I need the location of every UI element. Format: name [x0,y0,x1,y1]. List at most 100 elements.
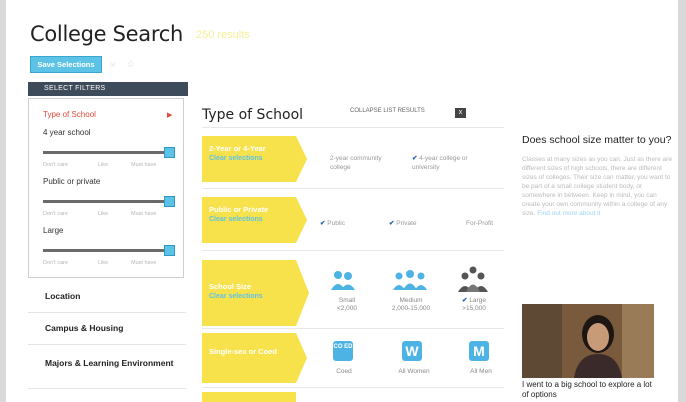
divider [202,328,504,329]
info-panel: Does school size matter to you? Classes … [522,134,672,218]
nav-majors-learning[interactable]: Majors & Learning Environment [45,357,185,370]
results-count: 250 results [196,29,250,41]
tick-label: Don't care [43,211,68,217]
clear-selections-link[interactable]: Clear selections [209,292,296,302]
band-chevron [296,197,307,243]
nav-location[interactable]: Location [45,290,185,303]
caret-right-icon: ▶ [167,112,173,119]
close-icon[interactable]: x [455,108,466,118]
tick-label: Like [98,260,109,266]
divider [28,312,186,313]
info-link[interactable]: Find out more about it [537,210,600,217]
coed-icon[interactable]: CO ED [333,341,353,361]
tick-label: Don't care [43,162,68,168]
filter-label: Large [43,226,64,235]
checkmark-icon: ✔ [320,220,326,227]
filter-label: 4 year school [43,128,91,137]
clear-selections-link[interactable]: Clear selections [209,215,296,225]
option-label: 2-year community college [330,155,382,171]
tick-label: Must have [131,260,157,266]
section-title: Type of School [202,107,304,123]
option-all-men[interactable]: All Men [464,368,498,375]
option-for-profit[interactable]: For-Profit [466,219,493,228]
checkmark-icon: ✔ [462,297,468,304]
divider [28,344,186,345]
info-text: Classes at many sizes as you can. Just a… [522,156,672,217]
print-icon[interactable]: ⎙ [128,61,134,69]
medium-school-icon[interactable] [392,268,428,292]
tick-label: Must have [131,211,157,217]
option-label: Medium [399,297,423,304]
checkmark-icon: ✔ [389,220,395,227]
band-chevron [296,136,307,182]
filter-slider[interactable] [43,147,175,158]
slider-handle[interactable] [164,147,175,158]
row-label: Single-sex or Coed [209,347,277,356]
checkmark-icon: ✔ [412,155,418,162]
option-sub: >15,000 [462,305,486,312]
row-label: Public or Private [209,205,269,214]
option-label: Private [396,220,417,227]
band-chevron [296,333,307,383]
page: College Search 250 results Save Selectio… [6,0,678,402]
option-private[interactable]: ✔ Private [389,219,417,228]
filter-panel: Type of School ▶ 4 year school Don't car… [28,98,184,278]
option-sub: <2,000 [336,305,358,312]
divider [28,388,186,389]
option-public[interactable]: ✔ Public [320,219,345,228]
option-label: Public [327,220,345,227]
collapse-results-link[interactable]: COLLAPSE LIST RESULTS [350,108,425,114]
divider [202,387,504,388]
video-thumbnail[interactable] [522,304,654,378]
filter-type-of-school[interactable]: Type of School [43,110,96,119]
row-band-next [202,392,296,402]
info-body: Classes at many sizes as you can. Just a… [522,155,672,218]
filter-label: Public or private [43,177,101,186]
save-selections-button[interactable]: Save Selections [30,56,102,73]
option-2-year[interactable]: 2-year community college [330,154,390,172]
clear-selections-link[interactable]: Clear selections [209,154,296,164]
option-label: 4-year college or university [412,155,468,171]
filter-slider[interactable] [43,196,175,207]
row-label: School Size [209,282,252,291]
select-filters-header: SELECT FILTERS [28,82,188,96]
video-caption: I went to a big school to explore a lot … [522,380,652,399]
tick-label: Like [98,211,109,217]
option-4-year[interactable]: ✔ 4-year college or university [412,154,486,172]
filter-slider[interactable] [43,245,175,256]
option-all-women[interactable]: All Women [394,368,434,375]
small-school-icon[interactable] [330,268,356,292]
share-icon[interactable]: ✉ [110,61,116,69]
video-still [522,304,654,378]
page-title: College Search [30,22,183,46]
main-panel: Type of School 2-Year or 4-Year Clear se… [196,100,506,402]
option-coed[interactable]: Coed [330,368,358,375]
row-band-public-private: Public or Private Clear selections [202,197,296,243]
option-small[interactable]: Small <2,000 [332,297,362,313]
men-icon[interactable]: M [469,341,489,361]
divider [202,250,504,251]
info-heading: Does school size matter to you? [522,134,672,146]
filter-sidebar: SELECT FILTERS Type of School ▶ 4 year s… [28,82,188,402]
option-label: Large [469,297,486,304]
tick-label: Like [98,162,109,168]
tick-label: Don't care [43,260,68,266]
large-school-icon[interactable] [458,265,488,293]
tick-label: Must have [131,162,157,168]
row-band-coed: Single-sex or Coed [202,333,296,383]
option-medium[interactable]: Medium 2,000-15,000 [386,297,436,313]
divider [202,127,504,128]
row-band-size: School Size Clear selections [202,260,296,326]
slider-handle[interactable] [164,245,175,256]
women-icon[interactable]: W [402,341,422,361]
nav-campus-housing[interactable]: Campus & Housing [45,322,185,335]
option-large[interactable]: ✔ Large >15,000 [454,297,494,313]
option-sub: 2,000-15,000 [391,305,431,312]
divider [202,188,504,189]
slider-handle[interactable] [164,196,175,207]
row-label: 2-Year or 4-Year [209,144,266,153]
option-label: Small [338,297,356,304]
band-chevron [296,260,309,326]
row-band-year: 2-Year or 4-Year Clear selections [202,136,296,182]
option-label: For-Profit [466,220,494,227]
